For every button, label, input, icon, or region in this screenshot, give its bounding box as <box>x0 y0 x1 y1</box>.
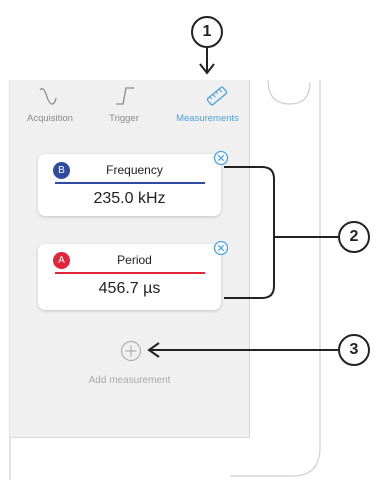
callout-3: 3 <box>338 334 370 366</box>
remove-period-close-icon[interactable] <box>213 240 229 256</box>
callout-2: 2 <box>338 221 370 253</box>
measurement-value: 456.7 µs <box>98 280 161 297</box>
ruler-icon <box>206 86 228 106</box>
measurement-name: Period <box>117 253 152 267</box>
add-measurement-plus-icon[interactable] <box>120 340 142 362</box>
measurement-card-frequency[interactable]: B Frequency 235.0 kHz <box>38 154 221 216</box>
add-measurement-label[interactable]: Add measurement <box>10 375 249 386</box>
channel-badge: A <box>53 252 70 269</box>
tab-measurements-label: Measurements <box>176 113 239 124</box>
tab-measurements[interactable]: Measurements <box>166 80 249 128</box>
tab-acquisition[interactable]: Acquisition <box>10 80 90 128</box>
device-button-outline <box>267 79 311 105</box>
measurement-value: 235.0 kHz <box>93 190 166 207</box>
trigger-edge-icon <box>116 87 134 105</box>
callout-1: 1 <box>191 16 223 48</box>
remove-frequency-close-icon[interactable] <box>213 150 229 166</box>
tab-trigger-label: Trigger <box>109 113 139 124</box>
tab-acquisition-label: Acquisition <box>27 113 73 124</box>
measurements-panel: Acquisition Trigger Measurements B Frequ… <box>10 80 250 438</box>
channel-badge: B <box>53 162 70 179</box>
sine-wave-icon <box>39 88 57 105</box>
tab-trigger[interactable]: Trigger <box>92 80 156 128</box>
measurement-name: Frequency <box>106 163 163 177</box>
channel-color-line <box>55 182 205 184</box>
channel-color-line <box>55 272 205 274</box>
measurement-card-period[interactable]: A Period 456.7 µs <box>38 244 221 310</box>
tab-bar: Acquisition Trigger Measurements <box>10 80 249 128</box>
